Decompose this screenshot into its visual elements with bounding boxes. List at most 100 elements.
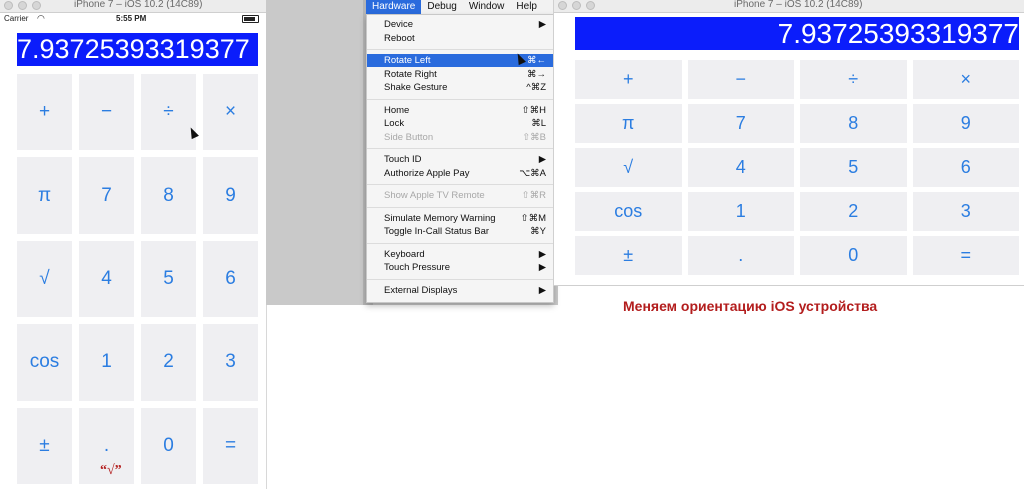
menu-item-label: External Displays <box>384 284 458 296</box>
sqrt-annotation: “√” <box>100 463 122 478</box>
menu-bar: Hardware Debug Window Help <box>366 0 554 15</box>
menu-item-touch-id[interactable]: Touch ID ▶ <box>367 153 553 166</box>
battery-icon <box>242 15 259 23</box>
menu-item-label: Device <box>384 19 414 30</box>
submenu-arrow-icon: ▶ <box>538 248 546 260</box>
key-0[interactable]: 0 <box>800 236 907 275</box>
menu-item-reboot[interactable]: Reboot <box>367 32 553 45</box>
menu-item-shortcut: ⌘← <box>527 55 546 66</box>
close-window-button[interactable] <box>558 1 567 10</box>
key-9[interactable]: 9 <box>912 104 1019 143</box>
key-multiply[interactable]: × <box>203 74 258 151</box>
submenu-arrow-icon: ▶ <box>538 154 546 165</box>
key-5[interactable]: 5 <box>141 240 196 318</box>
menu-item-touch-pressure[interactable]: Touch Pressure ▶ <box>367 261 553 274</box>
menu-item-label: Keyboard <box>384 248 425 260</box>
key-4[interactable]: 4 <box>687 148 794 187</box>
menu-item-simulate-memory-warning[interactable]: Simulate Memory Warning ⇧⌘M <box>367 212 553 225</box>
menu-separator <box>367 98 553 100</box>
menu-item-label: Show Apple TV Remote <box>384 190 485 201</box>
key-minus[interactable]: − <box>79 74 134 151</box>
key-7[interactable]: 7 <box>687 104 794 143</box>
key-sqrt[interactable]: √ <box>575 148 682 187</box>
key-1[interactable]: 1 <box>687 192 794 231</box>
close-window-button[interactable] <box>4 1 13 10</box>
menu-item-label: Rotate Left <box>384 55 431 66</box>
menu-item-label: Rotate Right <box>384 68 437 80</box>
key-3[interactable]: 3 <box>203 324 258 401</box>
key-5[interactable]: 5 <box>800 148 907 187</box>
key-7[interactable]: 7 <box>79 157 134 234</box>
key-plus[interactable]: + <box>575 60 682 99</box>
menu-item-shortcut: ⇧⌘B <box>522 131 546 143</box>
submenu-arrow-icon: ▶ <box>538 19 546 30</box>
menu-item-keyboard[interactable]: Keyboard ▶ <box>367 248 553 261</box>
menu-separator <box>367 206 553 208</box>
ios-status-bar: Carrier ◠ 5:55 PM <box>0 12 266 26</box>
window-titlebar: iPhone 7 – iOS 10.2 (14C89) <box>554 0 1024 13</box>
minimize-window-button[interactable] <box>572 1 581 10</box>
wifi-icon: ◠ <box>37 13 45 23</box>
menu-item-shortcut: ^⌘Z <box>526 82 546 93</box>
menu-item-shortcut: ⌘→ <box>527 68 546 80</box>
key-sqrt[interactable]: √ <box>17 240 72 318</box>
menu-item-rotate-right[interactable]: Rotate Right ⌘→ <box>367 68 553 81</box>
menu-item-shortcut: ⇧⌘R <box>521 190 546 201</box>
key-plus-minus[interactable]: ± <box>575 236 682 275</box>
key-6[interactable]: 6 <box>912 148 1019 187</box>
menu-item-external-displays[interactable]: External Displays ▶ <box>367 284 553 297</box>
menu-item-label: Touch Pressure <box>384 262 451 273</box>
menu-item-shortcut: ⌥⌘A <box>519 167 546 179</box>
key-6[interactable]: 6 <box>203 240 258 318</box>
key-multiply[interactable]: × <box>912 60 1019 99</box>
menu-debug[interactable]: Debug <box>421 0 462 14</box>
key-minus[interactable]: − <box>687 60 794 99</box>
menu-hardware[interactable]: Hardware <box>366 0 422 14</box>
key-plus-minus[interactable]: ± <box>17 407 72 484</box>
menu-item-show-apple-tv-remote: Show Apple TV Remote ⇧⌘R <box>367 189 553 202</box>
key-9[interactable]: 9 <box>203 157 258 234</box>
status-time: 5:55 PM <box>116 14 147 23</box>
menu-help[interactable]: Help <box>510 0 543 14</box>
zoom-window-button[interactable] <box>32 1 41 10</box>
key-8[interactable]: 8 <box>800 104 907 143</box>
key-0[interactable]: 0 <box>141 407 196 484</box>
keypad: + − ÷ × π 7 8 9 √ 4 5 6 cos 1 2 3 ±. 0 = <box>17 74 258 484</box>
key-divide[interactable]: ÷ <box>141 74 196 151</box>
menu-item-label: Reboot <box>384 32 415 44</box>
hardware-menu: Device ▶ Reboot Rotate Left ⌘← Rotate Right ⌘→… <box>366 14 554 303</box>
menu-item-authorize-apple-pay[interactable]: Authorize Apple Pay ⌥⌘A <box>367 167 553 180</box>
key-1[interactable]: 1 <box>79 324 134 401</box>
menu-item-home[interactable]: Home ⇧⌘H <box>367 104 553 117</box>
key-decimal[interactable]: . <box>687 236 794 275</box>
key-pi[interactable]: π <box>575 104 682 143</box>
menu-separator <box>367 49 553 50</box>
key-divide[interactable]: ÷ <box>800 60 907 99</box>
menu-item-toggle-in-call-status-bar[interactable]: Toggle In-Call Status Bar ⌘Y <box>367 225 553 238</box>
menu-separator <box>367 148 553 149</box>
minimize-window-button[interactable] <box>18 1 27 10</box>
menu-item-side-button: Side Button ⇧⌘B <box>367 131 553 144</box>
menu-item-label: Touch ID <box>384 154 422 165</box>
key-3[interactable]: 3 <box>912 192 1019 231</box>
menu-item-device[interactable]: Device ▶ <box>367 18 553 31</box>
key-8[interactable]: 8 <box>141 157 196 234</box>
key-cos[interactable]: cos <box>575 192 682 231</box>
calculator-display: 7.93725393319377 <box>575 17 1019 50</box>
window-title: iPhone 7 – iOS 10.2 (14C89) <box>734 0 863 10</box>
key-pi[interactable]: π <box>17 157 72 234</box>
menu-item-shortcut: ⌘Y <box>530 226 546 237</box>
menu-separator <box>367 242 553 244</box>
key-2[interactable]: 2 <box>141 324 196 401</box>
key-4[interactable]: 4 <box>79 240 134 318</box>
key-plus[interactable]: + <box>17 74 72 151</box>
menu-item-shake-gesture[interactable]: Shake Gesture ^⌘Z <box>367 81 553 94</box>
window-controls <box>558 1 595 10</box>
key-equals[interactable]: = <box>203 407 258 484</box>
menu-item-lock[interactable]: Lock ⌘L <box>367 117 553 130</box>
key-2[interactable]: 2 <box>800 192 907 231</box>
key-equals[interactable]: = <box>912 236 1019 275</box>
key-cos[interactable]: cos <box>17 324 72 401</box>
zoom-window-button[interactable] <box>586 1 595 10</box>
menu-window[interactable]: Window <box>463 0 511 14</box>
